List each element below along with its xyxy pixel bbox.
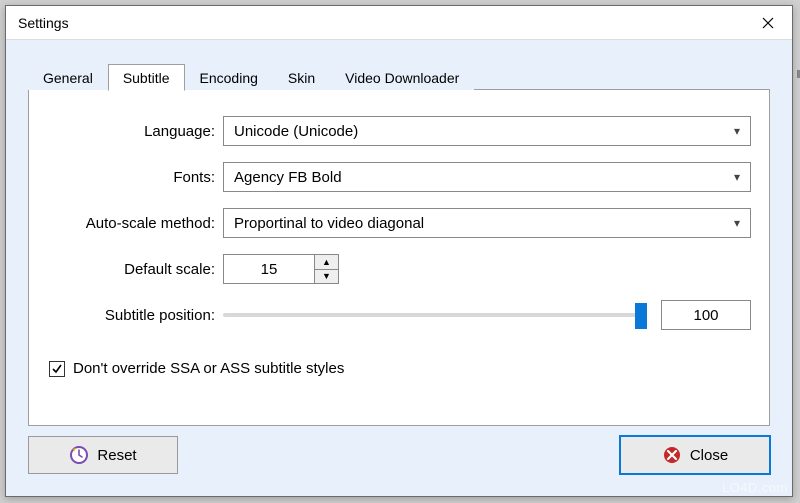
- client-area: General Subtitle Encoding Skin Video Dow…: [6, 40, 792, 496]
- settings-window: Settings General Subtitle Encoding Skin …: [5, 5, 793, 497]
- chevron-down-icon: ▾: [734, 216, 740, 230]
- chevron-down-icon: ▾: [734, 170, 740, 184]
- autoscale-combo[interactable]: Proportinal to video diagonal ▾: [223, 208, 751, 238]
- tabstrip: General Subtitle Encoding Skin Video Dow…: [28, 62, 474, 90]
- window-close-button[interactable]: [746, 8, 790, 38]
- language-label: Language:: [29, 123, 223, 140]
- spin-up-icon[interactable]: ▲: [315, 255, 338, 270]
- language-combo[interactable]: Unicode (Unicode) ▾: [223, 116, 751, 146]
- position-value-input[interactable]: 100: [661, 300, 751, 330]
- position-slider[interactable]: [223, 301, 647, 329]
- override-checkbox-row[interactable]: Don't override SSA or ASS subtitle style…: [49, 360, 344, 377]
- override-checkbox-label: Don't override SSA or ASS subtitle style…: [73, 360, 344, 377]
- slider-rail: [223, 313, 647, 317]
- autoscale-value: Proportinal to video diagonal: [234, 215, 424, 232]
- spin-down-icon[interactable]: ▼: [315, 270, 338, 284]
- tab-panel-subtitle: Language: Unicode (Unicode) ▾ Fonts: Age…: [28, 89, 770, 426]
- fonts-value: Agency FB Bold: [234, 169, 342, 186]
- chevron-down-icon: ▾: [734, 124, 740, 138]
- autoscale-label: Auto-scale method:: [29, 215, 223, 232]
- fonts-combo[interactable]: Agency FB Bold ▾: [223, 162, 751, 192]
- tab-video-downloader[interactable]: Video Downloader: [330, 64, 474, 90]
- tab-subtitle[interactable]: Subtitle: [108, 64, 185, 91]
- window-title: Settings: [18, 15, 69, 31]
- reset-icon: [69, 445, 89, 465]
- language-value: Unicode (Unicode): [234, 123, 358, 140]
- titlebar: Settings: [6, 6, 792, 40]
- close-button[interactable]: Close: [620, 436, 770, 474]
- slider-thumb[interactable]: [635, 303, 647, 329]
- reset-button-label: Reset: [97, 447, 136, 464]
- dialog-footer: Reset Close: [28, 436, 770, 478]
- close-icon: [662, 445, 682, 465]
- tab-general[interactable]: General: [28, 64, 108, 90]
- position-label: Subtitle position:: [29, 307, 223, 324]
- reset-button[interactable]: Reset: [28, 436, 178, 474]
- fonts-label: Fonts:: [29, 169, 223, 186]
- defaultscale-spinner[interactable]: 15 ▲ ▼: [223, 254, 339, 284]
- defaultscale-value[interactable]: 15: [223, 254, 315, 284]
- defaultscale-label: Default scale:: [29, 261, 223, 278]
- tab-encoding[interactable]: Encoding: [185, 64, 273, 90]
- close-button-label: Close: [690, 447, 728, 464]
- override-checkbox[interactable]: [49, 361, 65, 377]
- tab-skin[interactable]: Skin: [273, 64, 330, 90]
